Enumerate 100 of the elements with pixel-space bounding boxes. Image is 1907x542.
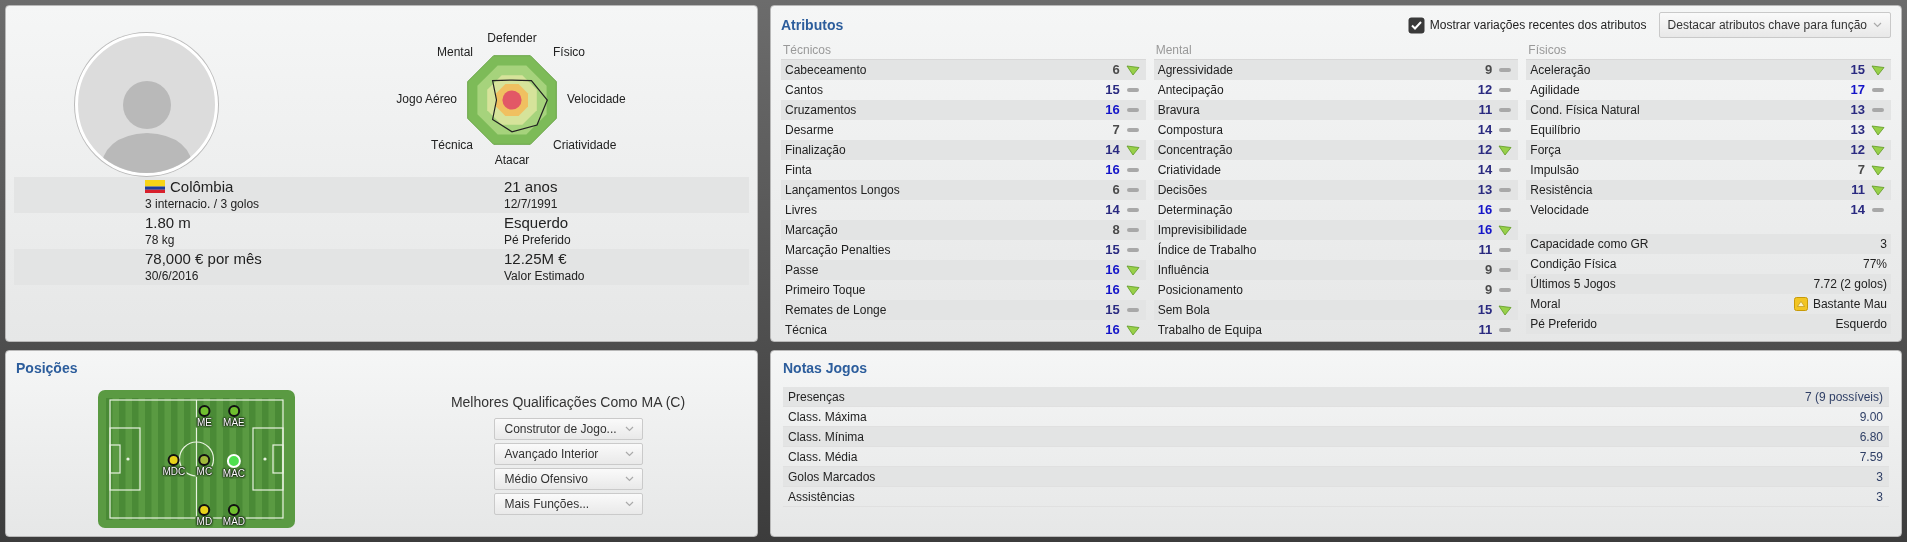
attribute-value: 14 <box>1104 201 1120 220</box>
highlight-dropdown[interactable]: Destacar atributos chave para função <box>1658 12 1891 38</box>
attribute-name: Índice de Trabalho <box>1157 241 1258 259</box>
attribute-name: Cond. Física Natural <box>1530 102 1641 119</box>
attribute-name: Velocidade <box>1530 202 1591 219</box>
attribute-value: 11 <box>1477 241 1493 260</box>
role-dropdown[interactable]: Mais Funções... <box>493 493 643 515</box>
caret-icon <box>1873 22 1882 28</box>
stat-label: Condição Física <box>1530 256 1618 273</box>
attribute-value: 7 <box>1856 161 1865 180</box>
attribute-value: 13 <box>1476 181 1493 200</box>
attribute-value: 11 <box>1477 321 1493 340</box>
radar-label: Técnica <box>430 138 473 153</box>
attribute-value: 11 <box>1850 181 1865 200</box>
stat-value: 77% <box>1862 256 1887 273</box>
stat-label: Assistências <box>788 488 855 506</box>
checkbox-label[interactable]: Mostrar variações recentes dos atributos <box>1429 16 1647 34</box>
stat-label: Class. Média <box>788 448 858 466</box>
attribute-value: 14 <box>1849 201 1865 220</box>
stat-label: Pé Preferido <box>1530 316 1599 333</box>
stat-value: Esquerdo <box>1835 316 1887 333</box>
stat-label: Moral <box>1530 296 1562 313</box>
attribute-name: Aceleração <box>1530 62 1592 79</box>
attribute-name: Decisões <box>1157 182 1208 199</box>
radar-label: Mental <box>436 45 473 60</box>
attribute-value: 13 <box>1849 101 1865 120</box>
radar-label: Criatividade <box>553 138 617 153</box>
caret-icon <box>624 476 634 482</box>
attribute-value: 16 <box>1104 321 1120 340</box>
position-label: MAD <box>221 516 247 528</box>
role-dropdown[interactable]: Médio Ofensivo <box>493 468 643 490</box>
attribute-value: 13 <box>1849 121 1865 140</box>
attribute-name: Passe <box>785 262 820 279</box>
attribute-name: Remates de Longe <box>785 302 888 319</box>
radar-label: Jogo Aéreo <box>396 92 457 107</box>
attribute-name: Marcação <box>785 222 839 239</box>
info-caption: Valor Estimado <box>504 269 585 284</box>
attribute-value: 12 <box>1476 141 1493 160</box>
caret-icon <box>624 451 634 457</box>
attribute-name: Trabalho de Equipa <box>1157 322 1263 339</box>
attribute-name: Determinação <box>1157 202 1234 219</box>
attribute-value: 14 <box>1476 121 1493 140</box>
attribute-value: 15 <box>1104 81 1120 100</box>
attribute-value: 8 <box>1111 221 1120 240</box>
attribute-value: 16 <box>1476 201 1493 220</box>
attribute-value: 16 <box>1104 261 1120 280</box>
stat-label: Capacidade como GR <box>1530 236 1650 253</box>
attribute-name: Finta <box>785 162 813 179</box>
radar-label: Velocidade <box>567 92 626 107</box>
checkbox[interactable] <box>1407 16 1425 34</box>
info-caption: 12/7/1991 <box>504 197 558 212</box>
attribute-name: Bravura <box>1157 102 1201 119</box>
stat-value: 3 <box>1876 468 1883 486</box>
section-title: Melhores Qualificações Como MA (C) <box>450 393 686 412</box>
stat-value: 7 (9 possíveis) <box>1804 388 1883 406</box>
attribute-value: 15 <box>1476 301 1493 320</box>
attribute-value: 12 <box>1849 141 1865 160</box>
radar-label: Atacar <box>494 153 530 168</box>
role-dropdown[interactable]: Avançado Interior <box>493 443 643 465</box>
position-label: MAC <box>221 468 247 480</box>
info-value: Esquerdo <box>504 214 569 231</box>
attribute-name: Posicionamento <box>1157 282 1245 299</box>
attribute-name: Criatividade <box>1157 162 1223 179</box>
attribute-value: 14 <box>1476 161 1493 180</box>
attribute-value: 6 <box>1111 181 1120 200</box>
radar-label: Defender <box>487 31 537 46</box>
attribute-value: 7 <box>1111 121 1120 140</box>
info-value: Colômbia <box>170 178 234 195</box>
stat-label: Presenças <box>788 388 845 406</box>
attribute-name: Impulsão <box>1530 162 1581 179</box>
attribute-name: Concentração <box>1157 142 1234 159</box>
attribute-name: Cabeceamento <box>785 62 868 79</box>
attribute-name: Primeiro Toque <box>785 282 867 299</box>
attribute-value: 12 <box>1476 81 1493 100</box>
info-caption: 3 internacio. / 3 golos <box>145 197 260 212</box>
attribute-name: Imprevisibilidade <box>1157 222 1249 239</box>
panel-title: Atributos <box>781 16 844 34</box>
attribute-name: Cruzamentos <box>785 102 858 119</box>
attribute-name: Agressividade <box>1157 62 1235 79</box>
caret-icon <box>624 426 634 432</box>
attribute-value: 9 <box>1484 281 1493 300</box>
attribute-name: Técnica <box>785 322 829 339</box>
attribute-name: Livres <box>785 202 818 219</box>
attribute-name: Lançamentos Longos <box>785 182 901 199</box>
attribute-name: Equilíbrio <box>1530 122 1582 139</box>
status-icon <box>1793 297 1808 311</box>
attribute-name: Cantos <box>785 82 825 99</box>
attribute-name: Força <box>1530 142 1562 159</box>
attribute-value: 17 <box>1849 81 1865 100</box>
attribute-name: Desarme <box>785 122 835 139</box>
attribute-value: 11 <box>1477 101 1493 120</box>
stat-label: Últimos 5 Jogos <box>1530 275 1617 293</box>
stat-label: Class. Máxima <box>788 408 867 426</box>
role-dropdown[interactable]: Construtor de Jogo... <box>493 418 643 440</box>
stat-value: 6.80 <box>1859 428 1883 446</box>
info-caption: 78 kg <box>145 233 175 248</box>
radar-label: Físico <box>553 45 585 60</box>
stat-value: Bastante Mau <box>1812 296 1887 313</box>
attribute-name: Resistência <box>1530 182 1594 199</box>
attribute-value: 16 <box>1104 101 1120 120</box>
